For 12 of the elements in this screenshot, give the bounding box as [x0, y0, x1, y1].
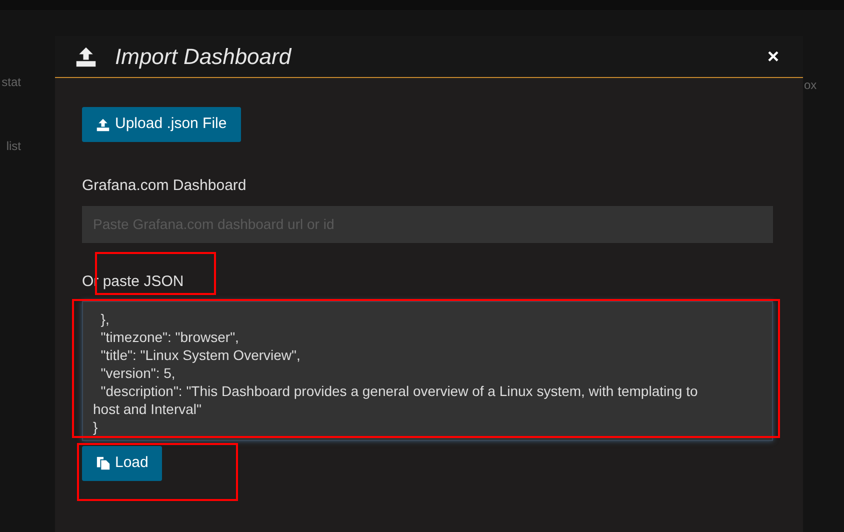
upload-json-button[interactable]: Upload .json File — [82, 107, 241, 142]
json-textarea[interactable]: }, "timezone": "browser", "title": "Linux System Overview", "version": 5, "description": "This Dashboard provides a general overview of a Linux system, with templating to host and Interval" } — [82, 301, 773, 441]
field-label: Grafana.com Dashboard — [82, 176, 246, 196]
load-button[interactable]: Load — [82, 446, 162, 481]
panel-type-label: list — [6, 138, 21, 155]
panel-type-label: stat — [2, 74, 21, 91]
close-button[interactable]: × — [767, 46, 779, 66]
modal-title: Import Dashboard — [115, 43, 292, 71]
panel-type-label: ox — [804, 77, 818, 94]
copy-icon — [96, 456, 111, 471]
upload-icon — [75, 46, 97, 68]
upload-icon — [96, 118, 110, 132]
